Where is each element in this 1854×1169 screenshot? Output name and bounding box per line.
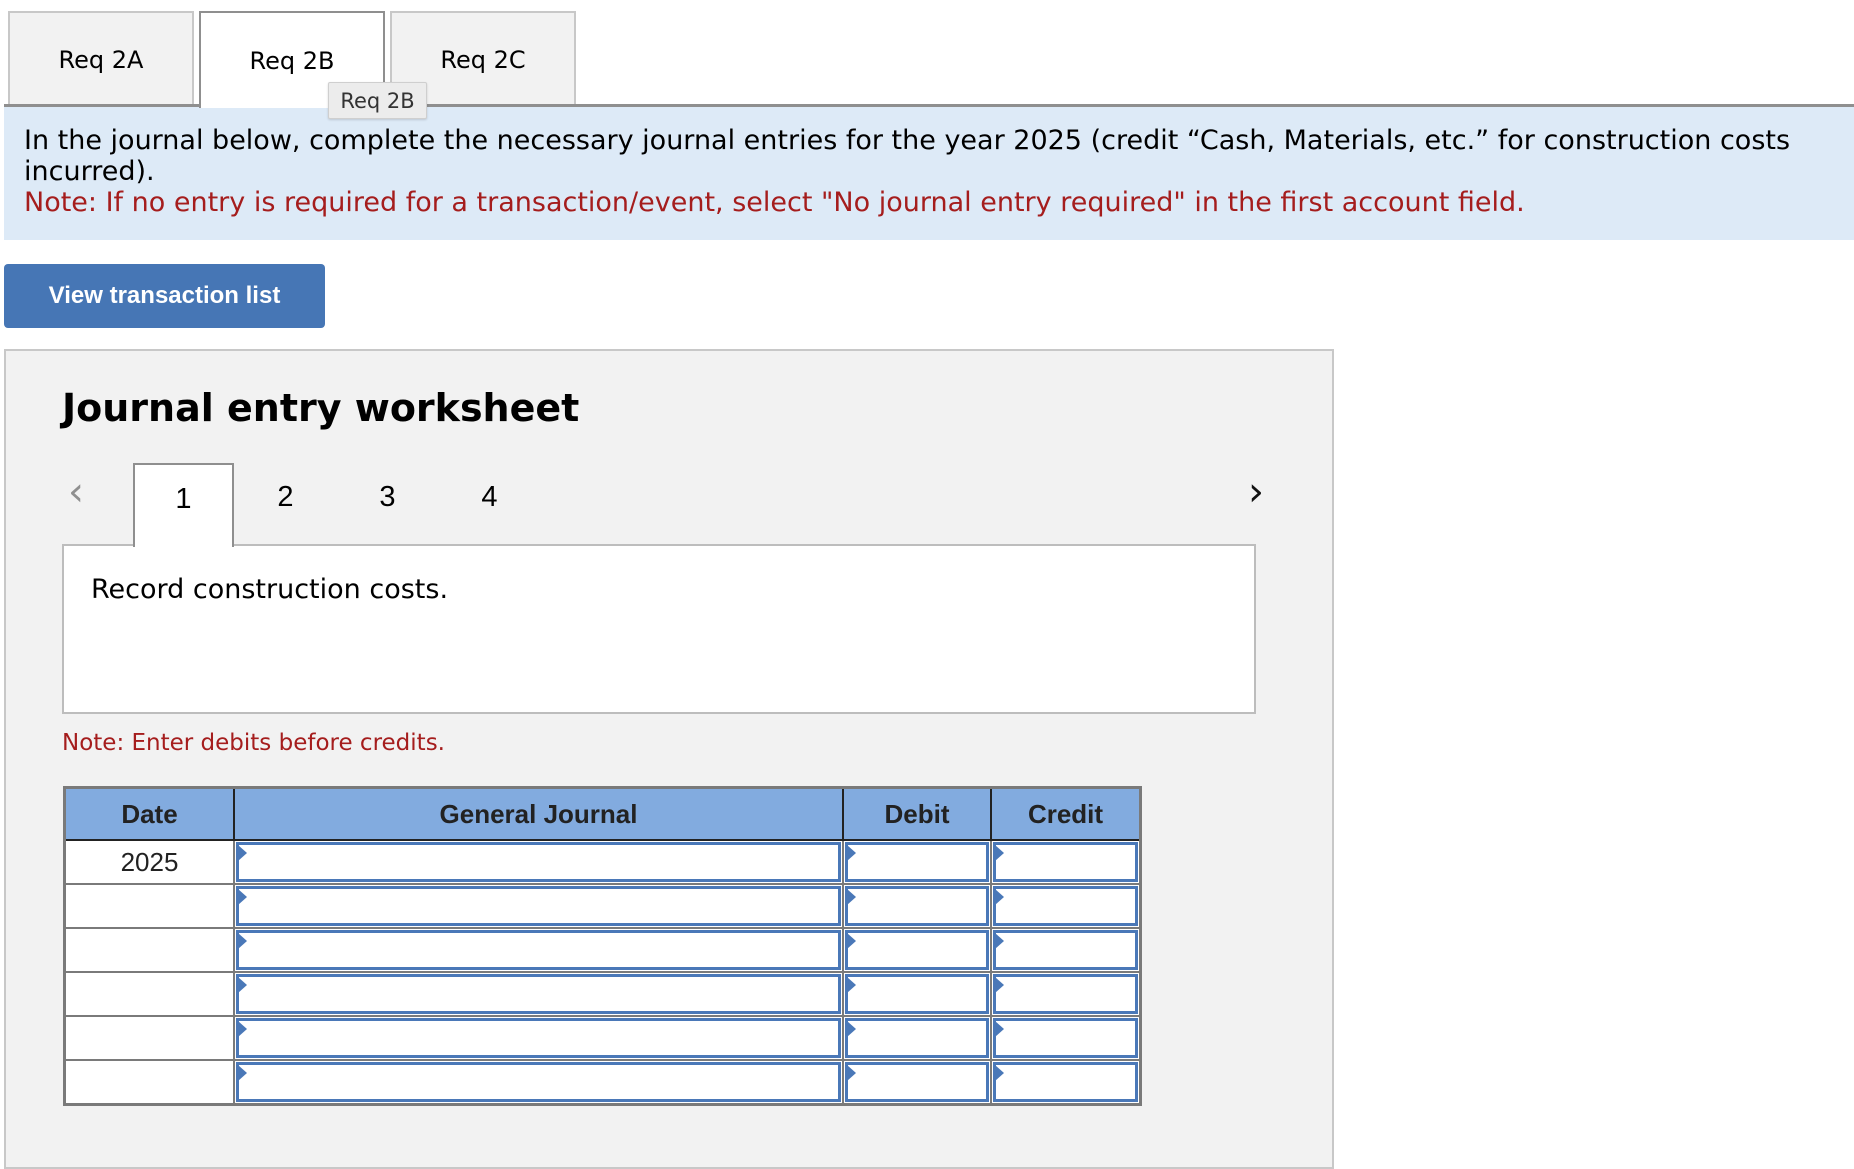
tooltip: Req 2B [328, 82, 427, 119]
table-row [63, 927, 1142, 973]
date-cell [63, 927, 235, 973]
chevron-right-icon[interactable]: › [1248, 472, 1264, 512]
table-row [63, 883, 1142, 929]
chevron-left-icon[interactable]: ‹ [68, 472, 84, 512]
debit-input[interactable] [845, 974, 989, 1014]
view-transaction-list-button[interactable]: View transaction list [4, 264, 325, 328]
transaction-description: Record construction costs. [62, 544, 1256, 714]
instructions-text: In the journal below, complete the neces… [24, 125, 1791, 187]
debit-input[interactable] [845, 886, 989, 926]
credit-input[interactable] [993, 886, 1138, 926]
date-cell [63, 1015, 235, 1061]
journal-table: Date General Journal Debit Credit 2025 [63, 786, 1142, 1106]
table-row [63, 1015, 1142, 1061]
tab-label: Req 2B [249, 46, 335, 75]
instructions-banner: In the journal below, complete the neces… [4, 107, 1854, 240]
column-header-date: Date [63, 786, 235, 841]
step-label: 1 [175, 483, 192, 515]
step-label: 2 [277, 481, 294, 513]
table-row: 2025 [63, 839, 1142, 885]
account-select[interactable] [236, 1018, 841, 1058]
instructions-note: Note: If no entry is required for a tran… [24, 187, 1525, 218]
credit-input[interactable] [993, 974, 1138, 1014]
column-header-credit: Credit [990, 786, 1142, 841]
credit-input[interactable] [993, 930, 1138, 970]
tab-label: Req 2C [440, 45, 526, 74]
step-tab-4[interactable]: 4 [439, 463, 540, 547]
tab-req-2a[interactable]: Req 2A [8, 11, 194, 106]
date-cell [63, 883, 235, 929]
column-header-general-journal: General Journal [233, 786, 844, 841]
step-label: 3 [379, 481, 396, 513]
credit-input[interactable] [993, 1062, 1138, 1102]
table-header-row: Date General Journal Debit Credit [63, 786, 1142, 841]
step-tab-2[interactable]: 2 [235, 463, 336, 547]
tab-label: Req 2A [58, 45, 144, 74]
account-select[interactable] [236, 930, 841, 970]
table-row [63, 971, 1142, 1017]
table-row [63, 1059, 1142, 1106]
debit-input[interactable] [845, 842, 989, 882]
account-select[interactable] [236, 1062, 841, 1102]
debit-input[interactable] [845, 1018, 989, 1058]
date-cell [63, 971, 235, 1017]
step-tab-3[interactable]: 3 [337, 463, 438, 547]
worksheet-title: Journal entry worksheet [62, 386, 580, 430]
date-cell: 2025 [63, 839, 235, 885]
date-cell [63, 1059, 235, 1106]
step-label: 4 [481, 481, 498, 513]
account-select[interactable] [236, 974, 841, 1014]
debits-note: Note: Enter debits before credits. [62, 730, 445, 756]
debit-input[interactable] [845, 930, 989, 970]
account-select[interactable] [236, 842, 841, 882]
credit-input[interactable] [993, 842, 1138, 882]
step-tab-1[interactable]: 1 [133, 463, 234, 547]
account-select[interactable] [236, 886, 841, 926]
debit-input[interactable] [845, 1062, 989, 1102]
description-text: Record construction costs. [91, 574, 449, 605]
credit-input[interactable] [993, 1018, 1138, 1058]
column-header-debit: Debit [842, 786, 992, 841]
